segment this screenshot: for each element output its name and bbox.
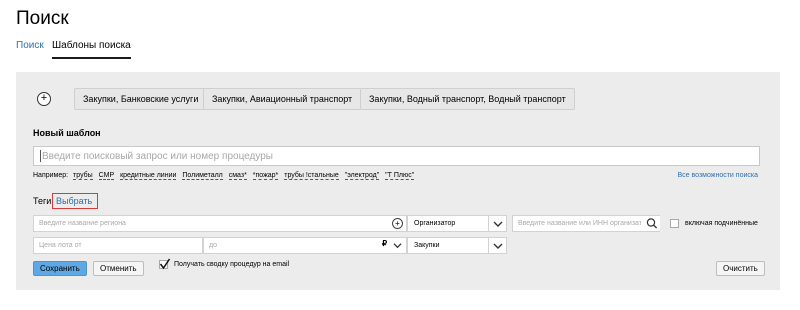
search-page: Поиск Поиск Шаблоны поиска + Закупки, Ба… xyxy=(0,0,800,310)
page-title: Поиск xyxy=(16,8,69,29)
example-link[interactable]: трубы !стальные xyxy=(284,172,339,180)
text-caret xyxy=(40,150,41,162)
plus-icon: + xyxy=(37,92,51,106)
add-template-button[interactable]: + xyxy=(34,89,54,109)
example-link[interactable]: кредитные линии xyxy=(120,172,177,180)
template-panel: + Закупки, Банковские услуги Закупки, Ав… xyxy=(16,72,780,290)
saved-template-chip[interactable]: Закупки, Авиационный транспорт xyxy=(203,88,362,110)
search-query-input[interactable] xyxy=(33,146,760,166)
tab-search-templates[interactable]: Шаблоны поиска xyxy=(52,40,131,59)
role-select-value: Организатор xyxy=(414,220,456,227)
currency-symbol[interactable]: ₽ xyxy=(382,239,387,248)
clear-button[interactable]: Очистить xyxy=(716,261,765,276)
saved-template-chip[interactable]: Закупки, Водный транспорт, Водный трансп… xyxy=(360,88,575,110)
example-link[interactable]: смаз* xyxy=(228,172,247,180)
saved-template-chip[interactable]: Закупки, Банковские услуги xyxy=(74,88,208,110)
include-subordinates-checkbox[interactable] xyxy=(670,219,679,228)
select-divider xyxy=(488,238,489,253)
search-examples: Например: трубы СМР кредитные линии Поли… xyxy=(33,172,418,180)
tags-label: Теги xyxy=(33,196,52,206)
email-digest-checkbox[interactable] xyxy=(159,258,171,270)
price-to-input[interactable] xyxy=(203,237,407,254)
checkmark-icon xyxy=(159,258,171,270)
chevron-down-icon[interactable] xyxy=(393,241,402,250)
example-link[interactable]: Полиметалл xyxy=(182,172,223,180)
example-link[interactable]: "электрод" xyxy=(344,172,380,180)
select-divider xyxy=(488,216,489,231)
example-link[interactable]: *пожар* xyxy=(252,172,279,180)
example-link[interactable]: трубы xyxy=(73,172,93,180)
example-link[interactable]: "Т Плюс" xyxy=(385,172,415,180)
region-input[interactable] xyxy=(33,215,407,232)
cancel-button[interactable]: Отменить xyxy=(93,261,144,276)
save-button[interactable]: Сохранить xyxy=(33,261,87,276)
search-icon[interactable] xyxy=(644,216,660,231)
organizer-inn-input[interactable] xyxy=(512,215,660,232)
procedure-type-select[interactable]: Закупки xyxy=(407,237,507,254)
example-link[interactable]: СМР xyxy=(98,172,115,180)
examples-prefix: Например: xyxy=(33,172,69,179)
new-template-heading: Новый шаблон xyxy=(33,128,101,138)
include-subordinates-label: включая подчинённые xyxy=(685,220,758,227)
add-region-icon[interactable]: + xyxy=(392,218,403,229)
choose-tags-link[interactable]: Выбрать xyxy=(56,196,92,206)
email-digest-label: Получать сводку процедур на email xyxy=(174,261,290,268)
chevron-down-icon xyxy=(493,221,503,227)
tab-search[interactable]: Поиск xyxy=(16,40,44,51)
all-search-features-link[interactable]: Все возможности поиска xyxy=(677,172,758,179)
procedure-type-value: Закупки xyxy=(414,242,440,249)
price-from-input[interactable] xyxy=(33,237,203,254)
role-select[interactable]: Организатор xyxy=(407,215,507,232)
chevron-down-icon xyxy=(493,243,503,249)
